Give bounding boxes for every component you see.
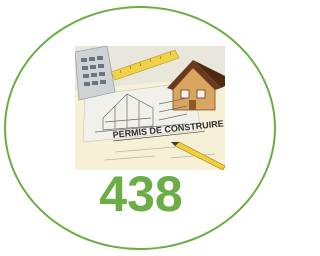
permit-count: 438 bbox=[99, 166, 183, 222]
building-permit-illustration: PERMIS DE CONSTRUIRE bbox=[75, 46, 225, 170]
permit-count-card: PERMIS DE CONSTRUIRE 438 bbox=[0, 0, 282, 256]
building-permit-photo: PERMIS DE CONSTRUIRE bbox=[75, 46, 225, 170]
